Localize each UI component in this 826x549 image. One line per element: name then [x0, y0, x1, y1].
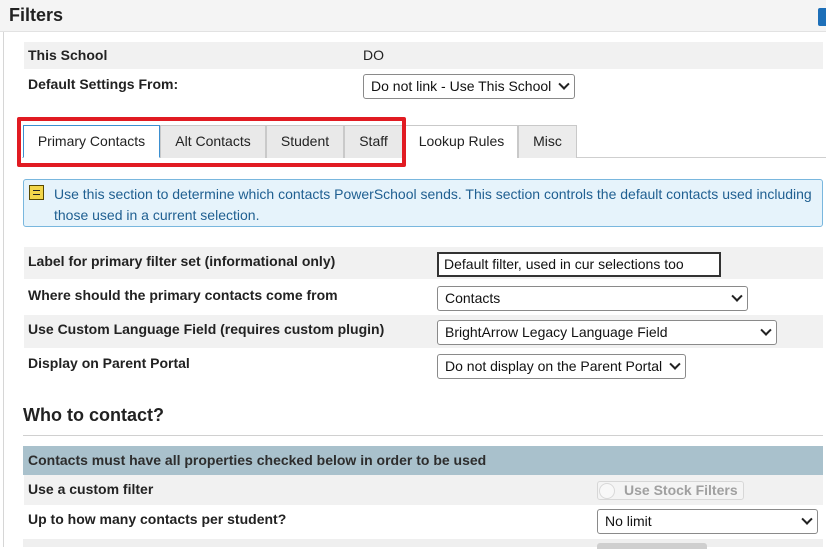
note-icon — [29, 185, 44, 200]
dialog-header: Filters — [0, 0, 826, 32]
chevron-down-icon — [801, 513, 813, 525]
contacts-per-student-label: Up to how many contacts per student? — [28, 511, 287, 527]
info-box: Use this section to determine which cont… — [23, 179, 823, 227]
default-settings-select[interactable]: Do not link - Use This School — [363, 74, 575, 99]
language-field-select[interactable]: BrightArrow Legacy Language Field — [437, 320, 777, 345]
language-field-value: BrightArrow Legacy Language Field — [445, 324, 668, 340]
school-row-stripe — [24, 42, 823, 69]
label-filter-label: Label for primary filter set (informatio… — [28, 253, 336, 269]
tab-staff[interactable]: Staff — [344, 125, 403, 158]
contacts-source-label: Where should the primary contacts come f… — [28, 287, 338, 303]
chevron-down-icon — [760, 324, 772, 336]
label-filter-input[interactable]: Default filter, used in cur selections t… — [437, 252, 721, 277]
tab-student[interactable]: Student — [266, 125, 344, 158]
contacts-source-value: Contacts — [445, 290, 501, 306]
help-icon[interactable] — [818, 8, 826, 26]
toggle-knob — [599, 483, 615, 499]
chevron-down-icon — [558, 78, 570, 90]
table-header: Contacts must have all properties checke… — [23, 446, 823, 475]
default-settings-value: Do not link - Use This School — [371, 78, 552, 94]
next-row-control[interactable] — [597, 543, 707, 549]
info-text: Use this section to determine which cont… — [54, 186, 812, 223]
stock-filters-label: Use Stock Filters — [624, 482, 738, 498]
table-header-text: Contacts must have all properties checke… — [28, 452, 487, 468]
tab-lookup-rules[interactable]: Lookup Rules — [405, 125, 518, 158]
chevron-down-icon — [669, 358, 681, 370]
parent-portal-value: Do not display on the Parent Portal — [445, 358, 663, 374]
tab-primary-contacts[interactable]: Primary Contacts — [23, 125, 160, 158]
stock-filters-toggle[interactable]: Use Stock Filters — [597, 481, 744, 500]
this-school-label: This School — [28, 47, 108, 63]
custom-filter-label: Use a custom filter — [28, 481, 154, 497]
left-divider — [3, 32, 4, 547]
this-school-value: DO — [363, 47, 384, 63]
chevron-down-icon — [731, 290, 743, 302]
contacts-source-select[interactable]: Contacts — [437, 286, 748, 311]
parent-portal-label: Display on Parent Portal — [28, 355, 190, 371]
parent-portal-select[interactable]: Do not display on the Parent Portal — [437, 354, 686, 379]
language-field-label: Use Custom Language Field (requires cust… — [28, 321, 385, 337]
dialog-title: Filters — [9, 5, 64, 25]
tab-misc[interactable]: Misc — [518, 125, 577, 158]
tab-alt-contacts[interactable]: Alt Contacts — [160, 125, 266, 158]
section-divider — [23, 435, 823, 436]
default-settings-label: Default Settings From: — [28, 76, 179, 92]
contacts-per-student-select[interactable]: No limit — [597, 509, 818, 534]
contacts-per-student-value: No limit — [605, 513, 652, 529]
who-to-contact-title: Who to contact? — [23, 405, 164, 425]
